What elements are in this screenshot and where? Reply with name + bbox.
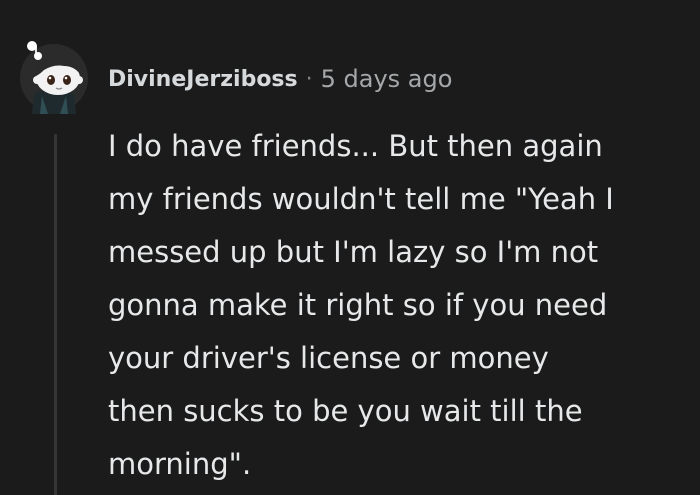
comment-body-line: then sucks to be you wait till the — [108, 394, 583, 428]
reddit-snoo-avatar-icon — [20, 41, 88, 114]
username-link[interactable]: DivineJerziboss — [108, 67, 298, 92]
meta-separator: · — [305, 66, 313, 92]
comment-body-line: your driver's license or money — [108, 341, 549, 375]
comment-body: I do have friends... But then again my f… — [108, 120, 688, 491]
user-avatar[interactable] — [14, 36, 94, 114]
comment-timestamp[interactable]: 5 days ago — [321, 65, 453, 93]
comment-body-line: messed up but I'm lazy so I'm not — [108, 235, 599, 269]
comment-body-line: I do have friends... But then again — [108, 129, 603, 163]
comment-body-line: morning". — [108, 447, 252, 481]
comment-body-line: my friends wouldn't tell me "Yeah I — [108, 182, 614, 216]
comment: DivineJerziboss · 5 days ago I do have f… — [0, 0, 700, 495]
comment-meta: DivineJerziboss · 5 days ago — [108, 62, 452, 96]
comment-body-line: gonna make it right so if you need — [108, 288, 608, 322]
thread-collapse-line[interactable] — [54, 134, 57, 495]
